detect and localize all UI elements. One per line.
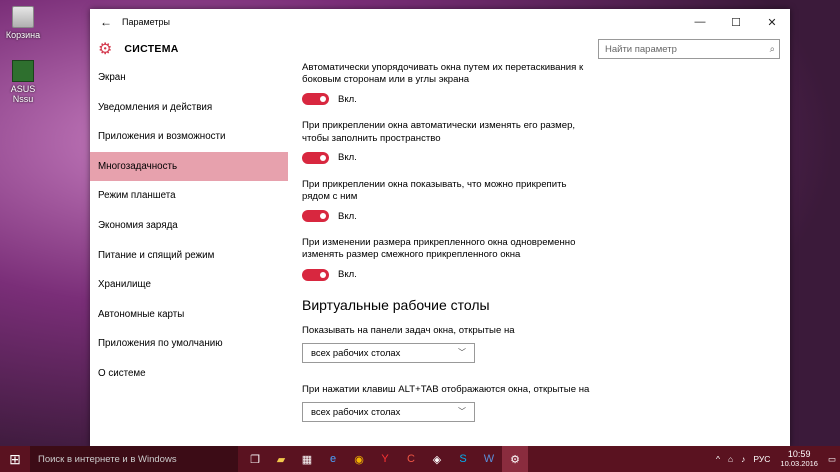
sidebar-item-screen[interactable]: Экран xyxy=(90,63,288,93)
sidebar-item-default-apps[interactable]: Приложения по умолчанию xyxy=(90,329,288,359)
setting-snap-adjacent: При изменении размера прикрепленного окн… xyxy=(302,237,778,281)
toggle-switch[interactable] xyxy=(302,210,329,223)
page-header: ⚙ СИСТЕМА Найти параметр ⌕ xyxy=(90,35,790,63)
toggle-switch[interactable] xyxy=(302,268,329,281)
asus-label: ASUS Nssu xyxy=(10,84,36,104)
skype-icon[interactable]: S xyxy=(450,446,476,472)
setting-label: При прикреплении окна показывать, что мо… xyxy=(302,178,567,203)
game-icon[interactable]: ◈ xyxy=(424,446,450,472)
volume-icon[interactable]: ♪ xyxy=(741,454,745,464)
edge-icon[interactable]: e xyxy=(320,446,346,472)
setting-snap-resize: При прикреплении окна автоматически изме… xyxy=(302,120,778,164)
toggle-state: Вкл. xyxy=(338,152,357,164)
search-placeholder: Найти параметр xyxy=(605,43,677,55)
file-explorer-icon[interactable]: ▰ xyxy=(268,446,294,472)
alttab-windows-dropdown[interactable]: всех рабочих столах ﹀ xyxy=(302,401,475,422)
recycle-bin-label: Корзина xyxy=(5,30,41,40)
alttab-windows-label: При нажатии клавиш ALT+TAB отображаются … xyxy=(302,383,590,395)
sidebar: Экран Уведомления и действия Приложения … xyxy=(90,63,288,447)
virtual-desktops-heading: Виртуальные рабочие столы xyxy=(302,296,490,313)
sidebar-item-multitasking[interactable]: Многозадачность xyxy=(90,151,288,182)
minimize-button[interactable]: — xyxy=(682,16,718,28)
ccleaner-icon[interactable]: C xyxy=(398,446,424,472)
system-tray: ^ ⌂ ♪ РУС 10:59 10.03.2016 ▭ xyxy=(712,449,840,469)
title-bar: ← Параметры — ☐ ✕ xyxy=(90,9,790,35)
settings-icon[interactable]: ⚙ xyxy=(502,446,528,472)
asus-shortcut-icon[interactable]: ASUS Nssu xyxy=(0,60,46,104)
word-icon[interactable]: W xyxy=(476,446,502,472)
window-title: Параметры xyxy=(122,17,170,27)
content-pane: Автоматически упорядочивать окна путем и… xyxy=(288,63,778,447)
search-input[interactable]: Найти параметр ⌕ xyxy=(598,39,780,59)
setting-label: При прикреплении окна автоматически изме… xyxy=(302,120,576,144)
language-indicator[interactable]: РУС xyxy=(753,454,770,464)
toggle-state: Вкл. xyxy=(338,269,357,281)
store-icon[interactable]: ▦ xyxy=(294,446,320,472)
task-view-icon[interactable]: ❐ xyxy=(242,446,268,472)
close-button[interactable]: ✕ xyxy=(754,16,790,29)
asus-glyph xyxy=(12,60,34,82)
sidebar-item-storage[interactable]: Хранилище xyxy=(90,270,288,300)
setting-snap-assist: При прикреплении окна показывать, что мо… xyxy=(302,178,778,223)
setting-snap-arrange: Автоматически упорядочивать окна путем и… xyxy=(302,63,778,106)
taskbar-search-input[interactable]: Поиск в интернете и в Windows xyxy=(30,446,238,472)
settings-window: ← Параметры — ☐ ✕ ⚙ СИСТЕМА Найти параме… xyxy=(90,9,790,447)
clock-time: 10:59 xyxy=(787,449,811,459)
sidebar-item-about[interactable]: О системе xyxy=(90,359,288,389)
recycle-bin-icon[interactable]: Корзина xyxy=(0,6,46,40)
maximize-button[interactable]: ☐ xyxy=(718,16,754,29)
setting-label: При изменении размера прикрепленного окн… xyxy=(302,237,576,261)
clock-date: 10.03.2016 xyxy=(780,459,818,468)
chrome-icon[interactable]: ◉ xyxy=(346,446,372,472)
page-title: СИСТЕМА xyxy=(124,43,179,55)
taskbar: ⊞ Поиск в интернете и в Windows ❐ ▰ ▦ e … xyxy=(0,446,840,472)
sidebar-item-apps[interactable]: Приложения и возможности xyxy=(90,122,288,152)
yandex-browser-icon[interactable]: Y xyxy=(372,446,398,472)
network-icon[interactable]: ⌂ xyxy=(728,454,733,464)
clock[interactable]: 10:59 10.03.2016 xyxy=(780,449,818,469)
sidebar-item-offline-maps[interactable]: Автономные карты xyxy=(90,300,288,330)
taskbar-windows-label: Показывать на панели задач окна, открыты… xyxy=(302,324,515,336)
sidebar-item-tablet-mode[interactable]: Режим планшета xyxy=(90,181,288,211)
recycle-bin-glyph xyxy=(12,6,34,28)
dropdown-value: всех рабочих столах xyxy=(311,347,401,359)
gear-icon: ⚙ xyxy=(98,41,113,58)
toggle-state: Вкл. xyxy=(338,210,357,222)
chevron-up-icon[interactable]: ^ xyxy=(716,454,720,464)
chevron-down-icon: ﹀ xyxy=(458,348,466,358)
sidebar-item-power-sleep[interactable]: Питание и спящий режим xyxy=(90,241,288,271)
dropdown-value: всех рабочих столах xyxy=(311,406,401,418)
back-arrow-icon[interactable]: ← xyxy=(90,15,122,29)
chevron-down-icon: ﹀ xyxy=(458,407,466,417)
notifications-icon[interactable]: ▭ xyxy=(828,454,836,465)
start-button[interactable]: ⊞ xyxy=(0,446,30,472)
setting-label: Автоматически упорядочивать окна путем и… xyxy=(302,63,584,86)
sidebar-item-battery-saver[interactable]: Экономия заряда xyxy=(90,211,288,241)
toggle-switch[interactable] xyxy=(302,151,329,164)
taskbar-windows-dropdown[interactable]: всех рабочих столах ﹀ xyxy=(302,342,475,363)
toggle-state: Вкл. xyxy=(338,93,357,105)
sidebar-item-notifications[interactable]: Уведомления и действия xyxy=(90,93,288,123)
search-icon[interactable]: ⌕ xyxy=(770,44,775,55)
toggle-switch[interactable] xyxy=(302,93,329,106)
